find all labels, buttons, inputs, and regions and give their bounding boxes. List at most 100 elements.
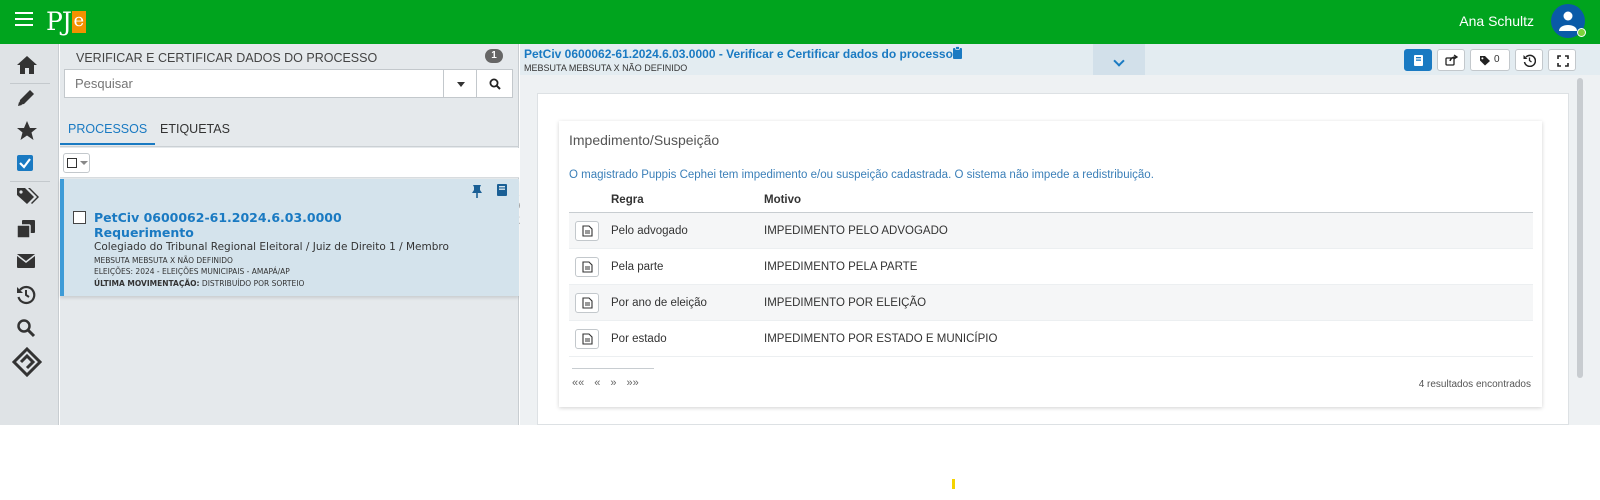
fullscreen-button[interactable] xyxy=(1548,49,1576,71)
home-icon[interactable] xyxy=(16,55,38,77)
history-button[interactable] xyxy=(1515,49,1543,71)
process-list-panel: VERIFICAR E CERTIFICAR DADOS DO PROCESSO… xyxy=(59,44,537,425)
process-election: ELEIÇÕES: 2024 - ELEIÇÕES MUNICIPAIS - A… xyxy=(94,267,290,276)
view-document-button[interactable] xyxy=(575,293,599,313)
count-badge: 1 xyxy=(485,49,503,63)
document-icon xyxy=(582,297,593,309)
table-row: Pela parte IMPEDIMENTO PELA PARTE xyxy=(569,249,1533,285)
view-document-button[interactable] xyxy=(575,221,599,241)
caret-down-icon xyxy=(80,161,88,165)
last-movement-value: DISTRIBUÍDO POR SORTEIO xyxy=(201,279,305,288)
tag-icon xyxy=(1480,56,1490,66)
reason-cell: IMPEDIMENTO PELA PARTE xyxy=(764,261,918,273)
table-row: Por estado IMPEDIMENTO POR ESTADO E MUNI… xyxy=(569,321,1533,357)
tags-icon[interactable] xyxy=(16,186,39,208)
process-number[interactable]: PetCiv 0600062-61.2024.6.03.0000 xyxy=(94,210,342,225)
next-page-button[interactable]: » xyxy=(610,377,616,389)
top-bar: PJ e Ana Schultz xyxy=(0,0,1600,44)
pin-icon[interactable] xyxy=(471,184,483,198)
nav-divider xyxy=(10,83,50,84)
main-area: PetCiv 0600062-61.2024.6.03.0000 - Verif… xyxy=(520,44,1600,425)
reason-cell: IMPEDIMENTO POR ESTADO E MUNICÍPIO xyxy=(764,333,998,345)
clipboard-icon[interactable] xyxy=(952,46,963,59)
search-icon[interactable] xyxy=(16,318,38,340)
section-title: Impedimento/Suspeição xyxy=(569,132,720,148)
process-organ: Colegiado do Tribunal Regional Eleitoral… xyxy=(94,241,449,253)
process-parts: MEBSUTA MEBSUTA X NÃO DEFINIDO xyxy=(94,256,233,265)
impediment-panel: Impedimento/Suspeição O magistrado Puppi… xyxy=(559,121,1542,407)
search-input[interactable] xyxy=(64,69,447,98)
share-button[interactable] xyxy=(1437,49,1465,71)
nav-divider xyxy=(10,181,50,182)
document-icon xyxy=(582,261,593,273)
list-header: VERIFICAR E CERTIFICAR DADOS DO PROCESSO xyxy=(76,51,378,65)
select-all-checkbox[interactable] xyxy=(63,153,90,173)
tab-etiquetas[interactable]: ETIQUETAS xyxy=(160,122,230,136)
document-icon xyxy=(582,225,593,237)
search-icon xyxy=(489,78,501,90)
main-title[interactable]: PetCiv 0600062-61.2024.6.03.0000 - Verif… xyxy=(524,47,953,61)
content-scrollbar[interactable] xyxy=(1577,78,1583,378)
list-tabs: PROCESSOS ETIQUETAS xyxy=(59,118,519,147)
pje-logo-icon[interactable] xyxy=(11,346,43,378)
first-page-button[interactable]: «« xyxy=(572,377,584,389)
content-card: Impedimento/Suspeição O magistrado Puppi… xyxy=(537,93,1569,425)
tag-count: 0 xyxy=(1494,54,1500,65)
process-last-movement: ÚLTIMA MOVIMENTAÇÃO: DISTRIBUÍDO POR SOR… xyxy=(94,279,304,288)
impediment-alert: O magistrado Puppis Cephei tem impedimen… xyxy=(569,169,1154,181)
table-header: Regra Motivo xyxy=(569,189,1533,213)
process-list-item[interactable]: 15-08-24 PetCiv 0600062-61.2024.6.03.000… xyxy=(60,179,537,296)
online-status-dot xyxy=(1577,28,1586,37)
rule-cell: Pela parte xyxy=(611,261,664,273)
user-avatar[interactable] xyxy=(1551,4,1586,38)
view-document-button[interactable] xyxy=(575,257,599,277)
copy-icon[interactable] xyxy=(16,219,38,241)
impediment-table: Regra Motivo Pelo advogado IMPEDIMENTO P… xyxy=(569,189,1533,357)
results-count: 4 resultados encontrados xyxy=(1418,379,1531,390)
expand-header-button[interactable] xyxy=(1093,44,1145,75)
table-row: Pelo advogado IMPEDIMENTO PELO ADVOGADO xyxy=(569,213,1533,249)
rule-cell: Pelo advogado xyxy=(611,225,688,237)
user-name[interactable]: Ana Schultz xyxy=(1459,13,1534,29)
pje-logo[interactable]: PJ e xyxy=(46,6,86,36)
rule-cell: Por estado xyxy=(611,333,667,345)
history-icon xyxy=(1523,54,1536,67)
book-icon xyxy=(1414,55,1423,66)
history-icon[interactable] xyxy=(16,285,38,307)
last-movement-label: ÚLTIMA MOVIMENTAÇÃO: xyxy=(94,279,200,288)
user-icon xyxy=(1559,11,1577,31)
autos-button[interactable] xyxy=(1404,49,1432,71)
last-page-button[interactable]: »» xyxy=(627,377,639,389)
logo-text: PJ xyxy=(46,7,72,36)
tags-button[interactable]: 0 xyxy=(1470,49,1510,71)
view-document-button[interactable] xyxy=(575,329,599,349)
search-options-dropdown[interactable] xyxy=(443,69,477,98)
fullscreen-icon xyxy=(1557,55,1569,67)
logo-e: e xyxy=(71,10,86,33)
column-header-motivo: Motivo xyxy=(764,194,802,206)
left-nav xyxy=(0,44,59,425)
cursor-marker xyxy=(952,479,955,489)
app: PJ e Ana Schultz VERIFICAR E CERTIFICAR … xyxy=(0,0,1600,425)
pencil-icon[interactable] xyxy=(16,88,38,110)
pagination: «« «»»» xyxy=(572,368,654,389)
table-row: Por ano de eleição IMPEDIMENTO POR ELEIÇ… xyxy=(569,285,1533,321)
menu-icon[interactable] xyxy=(15,12,33,27)
checkbox-icon[interactable] xyxy=(16,154,38,176)
reason-cell: IMPEDIMENTO POR ELEIÇÃO xyxy=(764,297,927,309)
book-icon[interactable] xyxy=(496,183,508,197)
select-all-row xyxy=(60,148,519,178)
previous-page-button[interactable]: « xyxy=(594,377,600,389)
rule-cell: Por ano de eleição xyxy=(611,297,707,309)
envelope-icon[interactable] xyxy=(16,253,38,275)
tab-processos[interactable]: PROCESSOS xyxy=(59,122,156,145)
main-header: PetCiv 0600062-61.2024.6.03.0000 - Verif… xyxy=(520,44,1600,75)
star-icon[interactable] xyxy=(16,120,38,142)
document-icon xyxy=(582,333,593,345)
process-checkbox[interactable] xyxy=(73,211,86,224)
main-subtitle: MEBSUTA MEBSUTA X NÃO DEFINIDO xyxy=(524,63,688,73)
process-class: Requerimento xyxy=(94,225,194,240)
column-header-regra: Regra xyxy=(611,194,644,206)
share-icon xyxy=(1445,54,1458,66)
search-button[interactable] xyxy=(476,69,513,98)
